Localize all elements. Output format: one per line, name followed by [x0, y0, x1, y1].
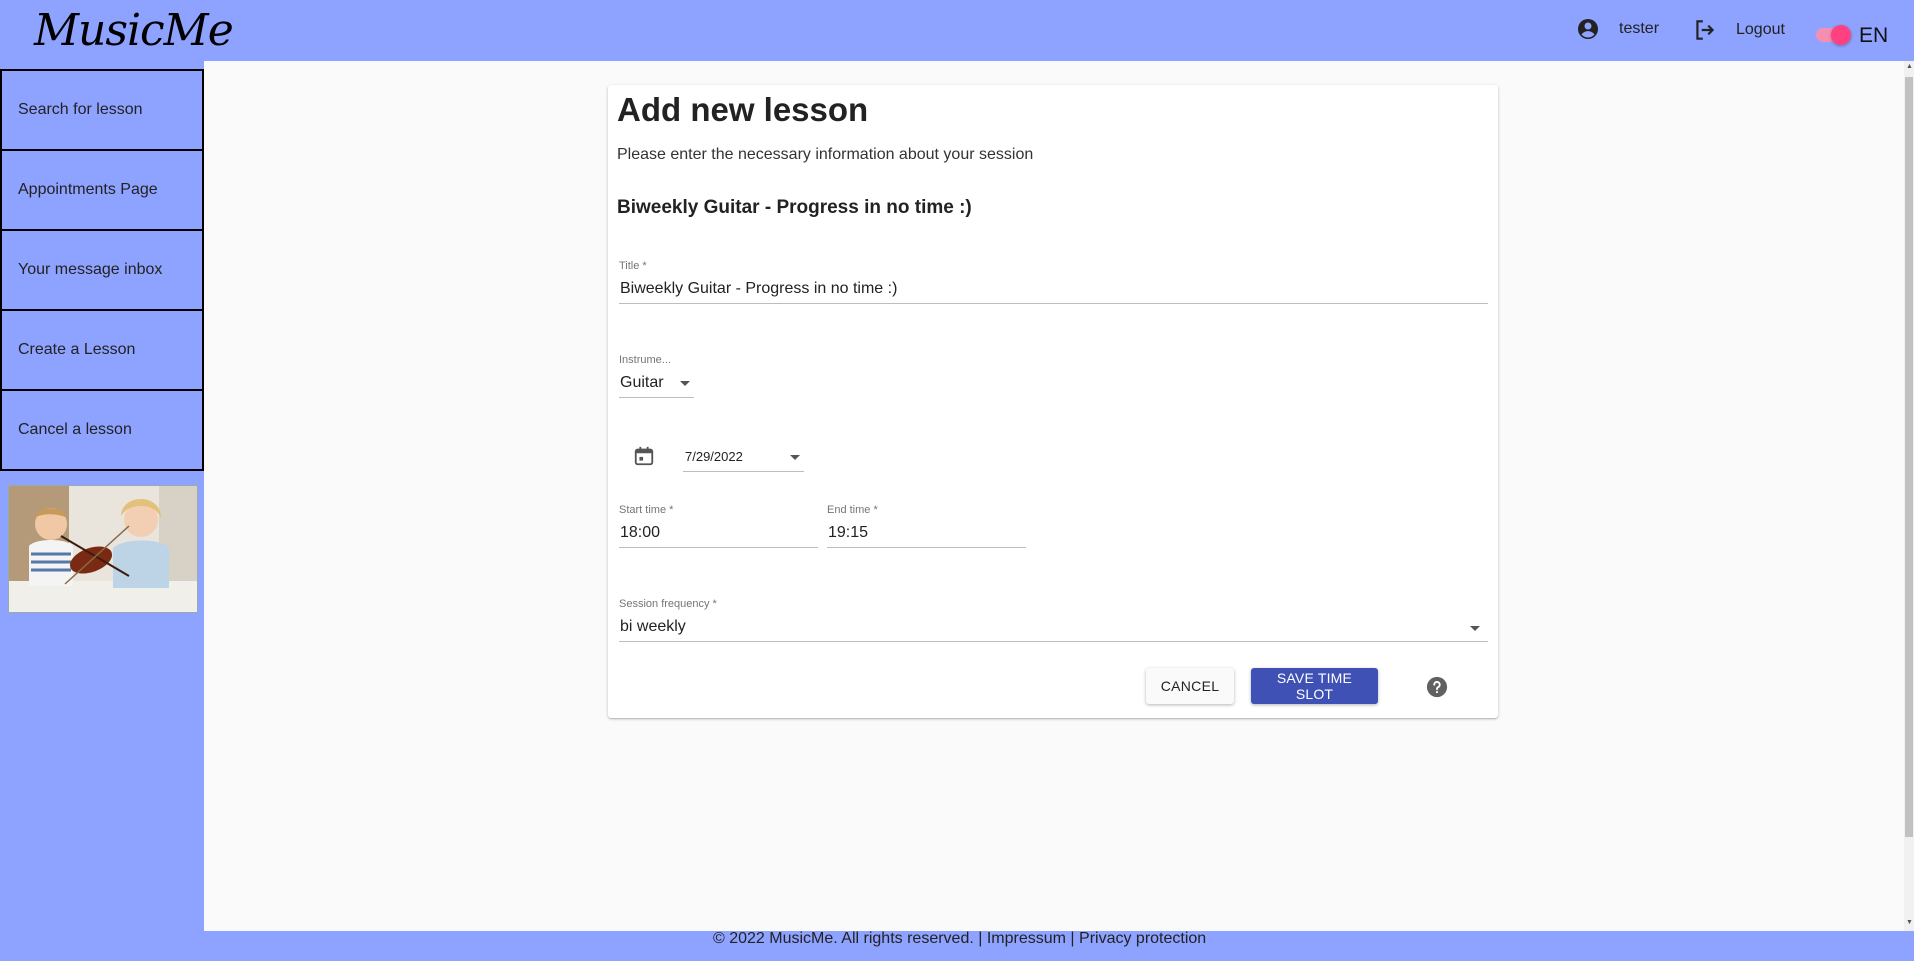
sidebar-item-label: Create a Lesson	[18, 341, 136, 358]
help-circle-icon[interactable]	[1426, 676, 1448, 698]
account-circle-icon	[1578, 19, 1598, 39]
chevron-down-icon	[680, 381, 690, 386]
instrument-underline	[619, 397, 694, 398]
logout-icon	[1696, 20, 1715, 40]
sidebar: Search for lesson Appointments Page Your…	[0, 61, 204, 931]
toggle-knob	[1831, 25, 1851, 45]
date-underline	[683, 471, 804, 472]
impressum-link[interactable]: Impressum	[987, 930, 1066, 947]
frequency-label: Session frequency *	[619, 598, 717, 610]
title-label: Title *	[619, 260, 647, 272]
copyright-text: © 2022 MusicMe. All rights reserved.	[713, 930, 974, 947]
language-label: EN	[1859, 24, 1889, 47]
footer-links: © 2022 MusicMe. All rights reserved. | I…	[713, 931, 1206, 947]
logo[interactable]: MusicMe	[34, 4, 234, 58]
sidebar-item-cancel-lesson[interactable]: Cancel a lesson	[0, 389, 204, 471]
scroll-up-icon[interactable]: ▲	[1906, 63, 1913, 70]
frequency-value[interactable]: bi weekly	[620, 618, 686, 636]
sidebar-item-appointments[interactable]: Appointments Page	[0, 149, 204, 231]
sidebar-item-label: Your message inbox	[18, 261, 163, 278]
date-value[interactable]: 7/29/2022	[685, 449, 743, 464]
user-menu[interactable]: tester	[1576, 17, 1659, 41]
sidebar-item-label: Appointments Page	[18, 181, 158, 198]
violin-lesson-photo	[8, 485, 198, 613]
end-time-underline	[827, 547, 1026, 548]
sidebar-item-search[interactable]: Search for lesson	[0, 69, 204, 151]
footer: © 2022 MusicMe. All rights reserved. | I…	[0, 931, 1914, 961]
sidebar-item-label: Cancel a lesson	[18, 421, 132, 438]
cancel-button[interactable]: CANCEL	[1146, 668, 1234, 704]
sidebar-item-inbox[interactable]: Your message inbox	[0, 229, 204, 311]
calendar-icon[interactable]	[633, 445, 655, 467]
chevron-down-icon	[790, 455, 800, 460]
scrollbar-thumb[interactable]	[1905, 77, 1913, 837]
sidebar-item-create-lesson[interactable]: Create a Lesson	[0, 309, 204, 391]
instrument-value[interactable]: Guitar	[620, 374, 664, 392]
footer-separator: |	[1070, 930, 1075, 947]
frequency-underline	[619, 641, 1488, 642]
save-time-slot-button[interactable]: SAVE TIME SLOT	[1251, 668, 1378, 704]
sidebar-item-label: Search for lesson	[18, 101, 143, 118]
form-subtitle: Please enter the necessary information a…	[617, 146, 1034, 163]
title-underline	[619, 303, 1488, 304]
username: tester	[1619, 20, 1660, 37]
end-time-input[interactable]: 19:15	[828, 524, 868, 542]
privacy-link[interactable]: Privacy protection	[1079, 930, 1206, 947]
end-time-label: End time *	[827, 504, 878, 516]
page-scrollbar[interactable]: ▲ ▼	[1904, 61, 1914, 931]
language-toggle[interactable]	[1816, 25, 1851, 45]
start-time-underline	[619, 547, 818, 548]
logout-label: Logout	[1736, 21, 1785, 38]
add-lesson-form: Add new lesson Please enter the necessar…	[608, 85, 1498, 718]
footer-separator: |	[978, 930, 983, 947]
scroll-down-icon[interactable]: ▼	[1906, 919, 1913, 926]
instrument-label: Instrume...	[619, 354, 671, 366]
lesson-title-preview: Biweekly Guitar - Progress in no time :)	[617, 197, 972, 218]
logout-button[interactable]: Logout	[1692, 17, 1785, 43]
title-input[interactable]: Biweekly Guitar - Progress in no time :)	[620, 280, 897, 298]
start-time-label: Start time *	[619, 504, 674, 516]
top-bar: MusicMe tester Logout EN	[0, 0, 1914, 61]
page-title: Add new lesson	[617, 91, 869, 128]
start-time-input[interactable]: 18:00	[620, 524, 660, 542]
chevron-down-icon	[1470, 626, 1480, 631]
